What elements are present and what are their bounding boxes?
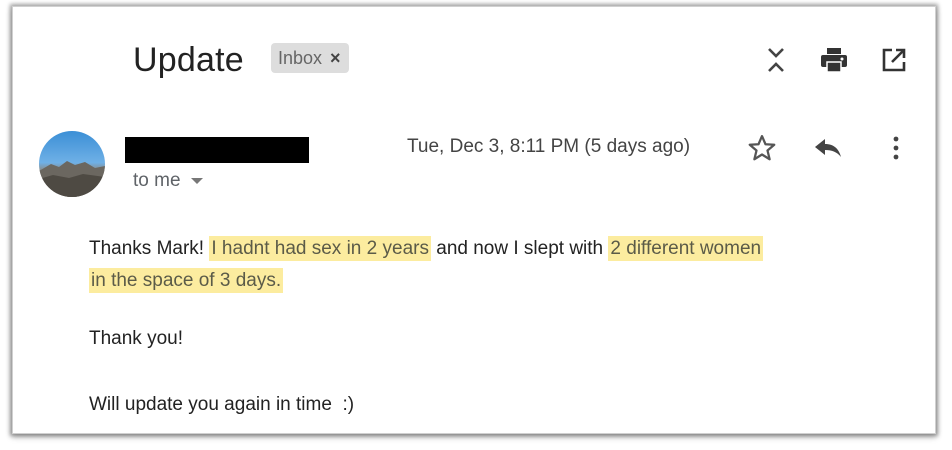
open-in-new-window-icon[interactable] [879,45,909,75]
body-paragraph: Will update you again in time :) [89,394,355,415]
inbox-label-chip[interactable]: Inbox × [271,43,349,73]
highlighted-text: 2 different women [608,236,764,261]
body-paragraph: Thank you! [89,328,183,349]
sender-avatar[interactable] [39,131,105,197]
redacted-sender-name [125,137,309,163]
body-paragraph: Thanks Mark! I hadnt had sex in 2 years … [89,233,879,297]
star-icon[interactable] [745,131,779,165]
highlighted-text: I hadnt had sex in 2 years [209,236,431,261]
email-body: Thanks Mark! I hadnt had sex in 2 years … [89,233,879,421]
recipient-details[interactable]: to me [133,170,203,192]
label-text: Inbox [278,47,323,68]
more-vert-icon[interactable] [879,131,913,165]
print-icon[interactable] [819,45,849,75]
reply-icon[interactable] [811,131,845,165]
body-text: and now I slept with [436,238,604,259]
email-subject: Update [133,41,244,79]
collapse-all-icon[interactable] [761,45,791,75]
chevron-down-icon[interactable] [190,178,203,184]
highlighted-text: in the space of 3 days. [89,268,284,293]
remove-label-button[interactable]: × [330,48,341,69]
email-date: Tue, Dec 3, 8:11 PM (5 days ago) [407,136,691,157]
recipient-label: to me [133,170,181,191]
email-view: Update Inbox × to me Tue, Dec 3, 8:11 PM… [12,6,936,434]
body-text: Thanks Mark! [89,238,205,259]
